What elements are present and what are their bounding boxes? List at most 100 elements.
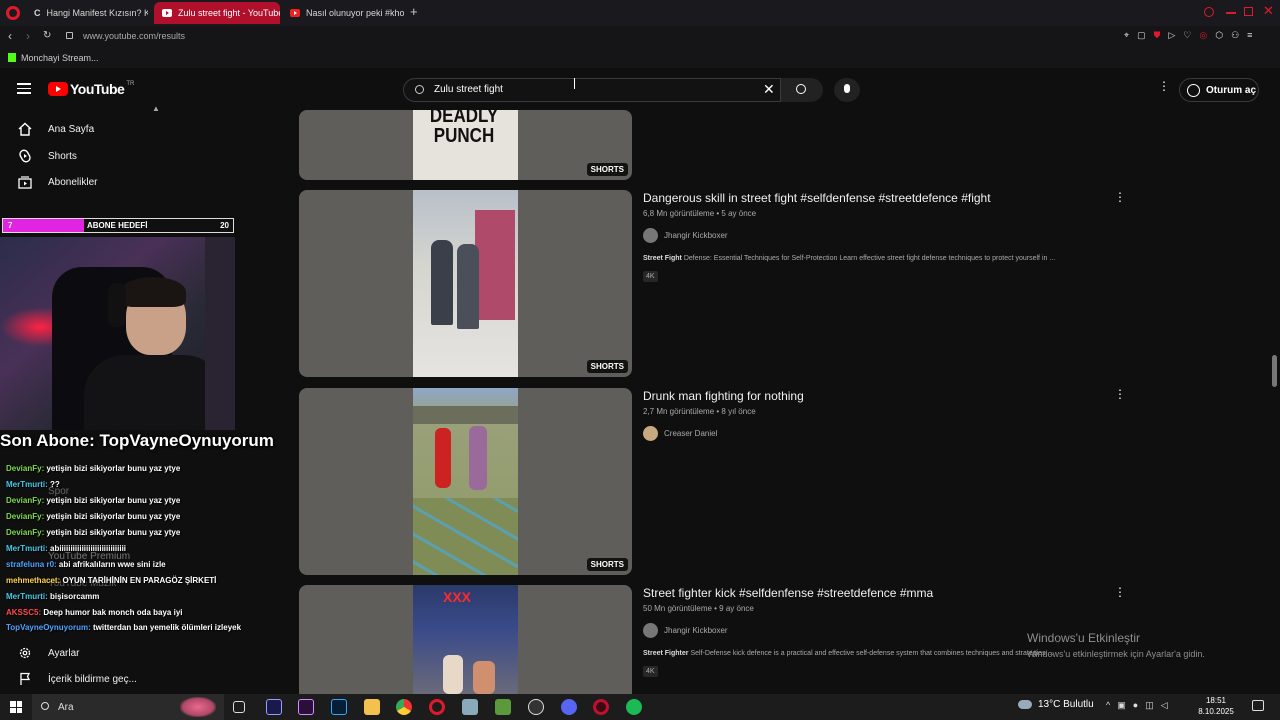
- shorts-badge: SHORTS: [586, 163, 628, 176]
- opera-gx-icon[interactable]: [593, 699, 609, 715]
- search-button[interactable]: [781, 78, 823, 102]
- search-tabs-icon[interactable]: [1204, 7, 1214, 17]
- extensions-icon[interactable]: ⬡: [1215, 30, 1223, 41]
- taskbar-search[interactable]: Ara: [32, 694, 224, 720]
- microphone-icon: [844, 84, 850, 93]
- forward-icon[interactable]: ›: [26, 29, 30, 43]
- heart-icon[interactable]: ♡: [1183, 30, 1191, 41]
- description-highlight: Street Fighter: [643, 650, 689, 657]
- account-icon: [1187, 84, 1200, 97]
- tray-mic-icon[interactable]: ●: [1133, 700, 1138, 711]
- chat-username: DevianFy:: [6, 464, 47, 473]
- reload-icon[interactable]: ↻: [43, 30, 51, 41]
- sidebar-item-report-history[interactable]: İçerik bildirme geç...: [0, 666, 240, 692]
- file-explorer-icon[interactable]: [364, 699, 380, 715]
- maximize-icon[interactable]: [1244, 7, 1253, 16]
- premiere-pro-icon[interactable]: [298, 699, 314, 715]
- result-thumbnail[interactable]: SHORTS: [299, 388, 632, 575]
- result-thumbnail[interactable]: DEADLY PUNCH SHORTS: [299, 110, 632, 180]
- url-field[interactable]: www.youtube.com/results: [83, 31, 185, 41]
- sign-in-button[interactable]: Oturum aç: [1179, 78, 1259, 102]
- discord-icon[interactable]: [561, 699, 577, 715]
- taskbar-search-placeholder: Ara: [58, 701, 74, 713]
- tab-khor[interactable]: Nasıl olunuyor peki #khor: [282, 2, 404, 24]
- new-tab-plus-icon[interactable]: +: [410, 4, 418, 19]
- description-text: Self-Defense kick defence is a practical…: [688, 650, 1054, 657]
- channel-name: Jhangir Kickboxer: [664, 626, 728, 635]
- windows-start-icon[interactable]: [10, 701, 22, 713]
- notifications-icon[interactable]: [1252, 700, 1264, 711]
- store-shelf: [475, 210, 515, 320]
- search-input[interactable]: Zulu street fight ✕: [403, 78, 781, 102]
- taskbar-clock[interactable]: 18:51 8.10.2025: [1196, 695, 1236, 717]
- tray-app-icon[interactable]: ▣: [1117, 700, 1126, 711]
- video-title[interactable]: Street fighter kick #selfdenfense #stree…: [643, 586, 933, 600]
- bookmarks-bar: Monchayi Stream...: [0, 48, 1280, 68]
- menu-icon[interactable]: ≡: [1247, 30, 1252, 41]
- result-thumbnail[interactable]: SHORTS: [299, 190, 632, 377]
- streamer-body: [84, 355, 224, 430]
- video-title[interactable]: Dangerous skill in street fight #selfden…: [643, 191, 991, 205]
- spotify-icon[interactable]: [626, 699, 642, 715]
- video-description: Street Fighter Self-Defense kick defence…: [643, 650, 1053, 657]
- clear-search-icon[interactable]: ✕: [763, 81, 775, 98]
- text-cursor-icon: [574, 78, 576, 89]
- thumbnail-frame: XXX: [413, 585, 518, 694]
- shorts-badge-label: SHORTS: [590, 362, 624, 371]
- thumbnail-overlay-text: DEADLY PUNCH: [429, 110, 499, 147]
- snapshot-icon[interactable]: ▢: [1137, 30, 1146, 41]
- result-thumbnail[interactable]: XXX: [299, 585, 632, 694]
- opera-logo-icon[interactable]: [6, 6, 20, 20]
- pin-icon[interactable]: ⌖: [1124, 30, 1129, 41]
- bookmark-monchayi[interactable]: Monchayi Stream...: [21, 53, 99, 63]
- music-icon[interactable]: ◎: [1199, 30, 1207, 41]
- close-window-icon[interactable]: ✕: [1263, 3, 1274, 19]
- tray-network-icon[interactable]: ◫: [1145, 700, 1154, 711]
- chat-text: OYUN TARİHİNİN EN PARAGÖZ ŞİRKETİ: [62, 576, 217, 585]
- sidebar-item-subscriptions[interactable]: Abonelikler: [0, 169, 240, 195]
- chat-message: DevianFy: yetişin bizi sikiyorlar bunu y…: [6, 509, 266, 525]
- tab-youtube-results[interactable]: Zulu street fight - YouTube: [154, 2, 280, 24]
- sidebar-scroll-up-icon[interactable]: ▲: [152, 104, 160, 113]
- minecraft-icon[interactable]: [495, 699, 511, 715]
- chrome-icon[interactable]: [396, 699, 412, 715]
- shield-icon[interactable]: ⛊: [1154, 30, 1161, 41]
- video-options-icon[interactable]: ⋮: [1114, 190, 1126, 204]
- tray-volume-icon[interactable]: ◁: [1161, 700, 1168, 711]
- minimize-icon[interactable]: [1226, 12, 1236, 14]
- sidebar-item-label: Abonelikler: [48, 176, 98, 188]
- video-options-icon[interactable]: ⋮: [1114, 387, 1126, 401]
- channel-avatar: [643, 228, 658, 243]
- youtube-logo[interactable]: YouTube TR: [48, 81, 134, 97]
- profile-icon[interactable]: ⚇: [1231, 30, 1239, 41]
- channel-link[interactable]: Creaser Daniel: [643, 426, 717, 441]
- sidebar-item-home[interactable]: Ana Sayfa: [0, 116, 240, 142]
- opera-icon[interactable]: [429, 699, 445, 715]
- guide-menu-icon[interactable]: [17, 83, 31, 94]
- tray-chevron-icon[interactable]: ^: [1106, 700, 1110, 711]
- system-tray-icons: ^ ▣ ● ◫ ◁: [1106, 700, 1168, 711]
- region-code: TR: [126, 81, 135, 87]
- page-scrollbar[interactable]: [1272, 355, 1277, 387]
- sidebar-item-settings[interactable]: Ayarlar: [0, 640, 240, 666]
- more-options-icon[interactable]: ⋮: [1158, 80, 1170, 92]
- video-title[interactable]: Drunk man fighting for nothing: [643, 389, 804, 403]
- notepad-icon[interactable]: [462, 699, 478, 715]
- obs-icon[interactable]: [528, 699, 544, 715]
- back-icon[interactable]: ‹: [8, 29, 12, 43]
- tab-manifest[interactable]: C Hangi Manifest Kızısın? Ko: [26, 2, 148, 24]
- crowd-fence: [413, 406, 518, 424]
- channel-link[interactable]: Jhangir Kickboxer: [643, 623, 728, 638]
- voice-search-button[interactable]: [834, 78, 860, 102]
- chat-message: strafeluna r0: abi afrikalıların wwe sin…: [6, 557, 266, 573]
- task-view-icon[interactable]: [233, 701, 245, 713]
- premiere-icon[interactable]: [266, 699, 282, 715]
- photoshop-icon[interactable]: [331, 699, 347, 715]
- weather-widget[interactable]: 13°C Bulutlu: [1018, 699, 1094, 710]
- channel-link[interactable]: Jhangir Kickboxer: [643, 228, 728, 243]
- video-options-icon[interactable]: ⋮: [1114, 585, 1126, 599]
- fighter-figure: [443, 655, 463, 694]
- sidebar-item-shorts[interactable]: Shorts: [0, 143, 240, 169]
- play-icon[interactable]: ▷: [1168, 30, 1175, 41]
- chat-message: DevianFy: yetişin bizi sikiyorlar bunu y…: [6, 525, 266, 541]
